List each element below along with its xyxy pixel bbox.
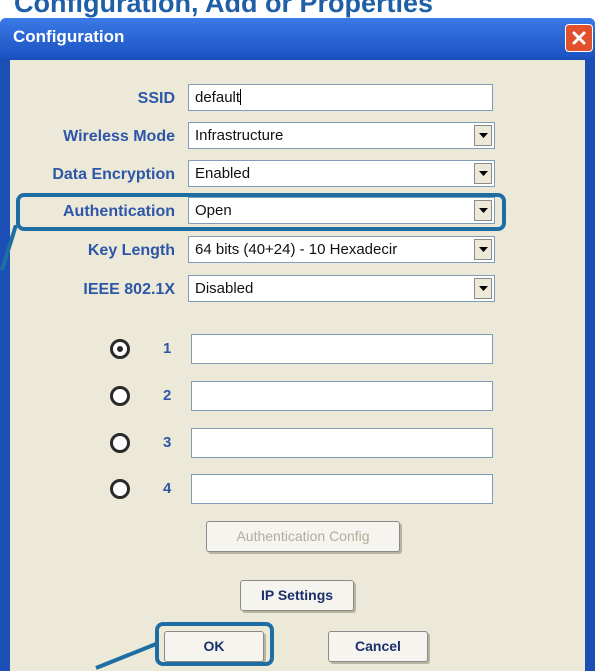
key-4-label: 4 xyxy=(163,480,172,497)
key-2-input[interactable] xyxy=(191,381,493,411)
ip-settings-button[interactable]: IP Settings xyxy=(240,580,354,611)
wireless-mode-select[interactable]: Infrastructure xyxy=(188,122,495,149)
data-encryption-label: Data Encryption xyxy=(52,166,175,183)
key-3-input[interactable] xyxy=(191,428,493,458)
key-1-label: 1 xyxy=(163,340,172,357)
configuration-dialog: Configuration SSID default Wireless Mode… xyxy=(0,18,595,671)
ieee8021x-label: IEEE 802.1X xyxy=(83,281,175,298)
key-2-radio[interactable] xyxy=(110,386,130,406)
chevron-down-icon[interactable] xyxy=(474,239,492,260)
callout-line xyxy=(0,225,18,271)
window-title: Configuration xyxy=(13,27,125,46)
key-4-input[interactable] xyxy=(191,474,493,504)
key-1-input[interactable] xyxy=(191,334,493,364)
key-4-radio[interactable] xyxy=(110,479,130,499)
wireless-mode-value: Infrastructure xyxy=(195,127,284,144)
data-encryption-value: Enabled xyxy=(195,165,251,182)
ssid-label: SSID xyxy=(137,90,175,107)
key-2-label: 2 xyxy=(163,387,172,404)
ssid-value: default xyxy=(195,89,241,106)
chevron-down-icon[interactable] xyxy=(474,278,492,299)
chevron-down-icon[interactable] xyxy=(474,163,492,184)
ok-highlight xyxy=(155,622,274,666)
wireless-mode-label: Wireless Mode xyxy=(63,128,175,145)
data-encryption-select[interactable]: Enabled xyxy=(188,160,495,187)
dialog-body: SSID default Wireless Mode Infrastructur… xyxy=(10,60,585,671)
chevron-down-icon[interactable] xyxy=(474,125,492,146)
key-3-label: 3 xyxy=(163,434,172,451)
key-length-value: 64 bits (40+24) - 10 Hexadecir xyxy=(195,241,398,258)
authentication-config-button[interactable]: Authentication Config xyxy=(206,521,400,552)
close-icon xyxy=(572,31,586,45)
key-length-select[interactable]: 64 bits (40+24) - 10 Hexadecir xyxy=(188,236,495,263)
page-heading: Configuration, Add or Properties xyxy=(14,0,434,18)
key-3-radio[interactable] xyxy=(110,433,130,453)
key-1-radio[interactable] xyxy=(110,339,130,359)
ieee8021x-value: Disabled xyxy=(195,280,254,297)
cancel-button[interactable]: Cancel xyxy=(328,631,428,662)
callout-line xyxy=(95,642,157,670)
title-bar[interactable]: Configuration xyxy=(0,18,595,58)
authentication-highlight xyxy=(16,193,506,231)
ssid-input[interactable]: default xyxy=(188,84,493,111)
key-length-label: Key Length xyxy=(87,242,175,259)
ieee8021x-select[interactable]: Disabled xyxy=(188,275,495,302)
close-button[interactable] xyxy=(565,24,593,52)
